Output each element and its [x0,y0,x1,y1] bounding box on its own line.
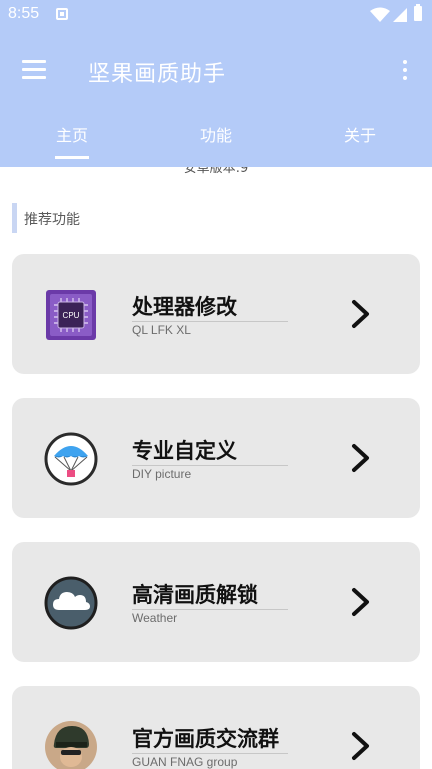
card-title: 专业自定义 [132,439,237,463]
card-subtitle: Weather [132,611,178,625]
section-accent-bar [12,203,17,233]
card-title: 高清画质解锁 [132,583,258,607]
tab-indicator [55,156,89,159]
card-subtitle: GUAN FNAG group [132,755,238,769]
notification-app-icon [56,8,68,20]
card-pro-custom[interactable]: 专业自定义 DIY picture [12,398,420,518]
section-title: 推荐功能 [24,212,80,228]
card-cpu-modify[interactable]: CPU 处理器修改 QL LFK XL [12,254,420,374]
cpu-chip-icon: CPU [46,290,96,340]
cpu-icon-text: CPU [63,311,80,320]
chevron-right-icon [352,588,369,616]
parachute-icon [44,432,98,486]
tab-home[interactable]: 主页 [12,122,132,146]
cloud-icon [44,576,98,630]
card-official-group[interactable]: 官方画质交流群 GUAN FNAG group [12,686,420,769]
card-divider [132,321,288,322]
chevron-right-icon [352,444,369,472]
helmet-avatar-icon [45,721,97,769]
wifi-icon [370,7,390,22]
signal-icon [393,8,407,22]
tab-bar: 主页 功能 关于 [0,108,432,159]
card-title: 官方画质交流群 [132,727,279,751]
status-bar: 8:55 [0,0,432,30]
card-divider [132,465,288,466]
tab-features[interactable]: 功能 [156,122,276,146]
battery-icon [414,4,422,21]
card-hd-unlock[interactable]: 高清画质解锁 Weather [12,542,420,662]
card-subtitle: QL LFK XL [132,323,191,337]
card-title: 处理器修改 [132,295,237,319]
status-time: 8:55 [8,5,40,22]
card-subtitle: DIY picture [132,467,192,481]
card-divider [132,609,288,610]
menu-icon[interactable] [22,60,46,80]
app-title: 坚果画质助手 [88,62,227,87]
android-version-text: 安卓版本:9 [183,167,249,176]
app-bar: 8:55 坚果画质助手 主页 功能 关于 [0,0,432,167]
more-options-icon[interactable] [396,58,414,82]
chevron-right-icon [352,732,369,760]
tab-about[interactable]: 关于 [300,122,420,146]
chevron-right-icon [352,300,369,328]
card-divider [132,753,288,754]
main-content[interactable]: 安卓版本:9 推荐功能 CPU 处理器修改 QL LFK XL 专业自定义 DI… [0,167,432,769]
